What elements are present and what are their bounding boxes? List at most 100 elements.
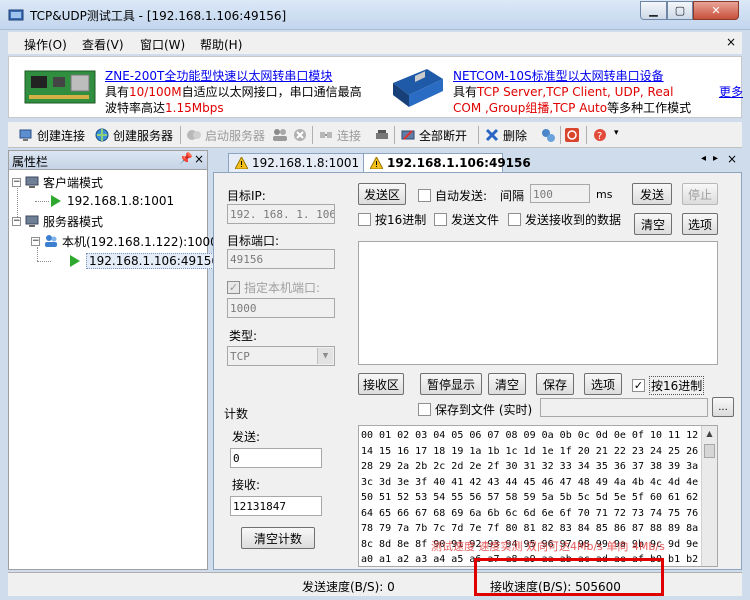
type-select[interactable]: TCP ▼ bbox=[227, 346, 335, 366]
menu-window[interactable]: 窗口(W) bbox=[140, 36, 185, 53]
netcom-device-image[interactable] bbox=[387, 63, 447, 111]
clear-count-button[interactable]: 清空计数 bbox=[241, 527, 315, 549]
menu-operate[interactable]: 操作(O) bbox=[24, 36, 67, 53]
menu-bar: 操作(O) 查看(V) 窗口(W) 帮助(H) × bbox=[8, 32, 742, 54]
receive-scrollbar[interactable]: ▲ bbox=[701, 426, 717, 566]
tab-server-connection[interactable]: 192.168.1.106:49156 bbox=[363, 153, 531, 172]
power-icon[interactable] bbox=[564, 127, 580, 143]
hex-recv-checkbox[interactable]: ✓ 按16进制 bbox=[632, 376, 705, 395]
save-to-file-checkbox[interactable]: 保存到文件 (实时) bbox=[418, 401, 532, 418]
help-icon[interactable]: ? bbox=[592, 127, 608, 143]
property-panel-title: 属性栏 bbox=[12, 155, 49, 169]
start-server-icon bbox=[187, 130, 201, 140]
target-port-label: 目标端口: bbox=[227, 234, 280, 248]
delete-button[interactable]: 删除 bbox=[484, 126, 527, 144]
speed-watermark: 测试速度 速度实测 双向可达4Mb/s 单向 4Mb/s bbox=[431, 540, 665, 553]
save-file-path-field[interactable] bbox=[540, 398, 708, 417]
ad1-line3: 波特率高达1.15Mbps bbox=[105, 101, 224, 115]
tab-scroll-left-icon[interactable]: ◂ bbox=[701, 153, 706, 164]
target-ip-label: 目标IP: bbox=[227, 189, 266, 203]
collapse-icon[interactable]: − bbox=[31, 236, 40, 246]
browse-button[interactable]: ... bbox=[712, 397, 734, 417]
disconnect-icon[interactable] bbox=[374, 127, 390, 143]
stop-button[interactable]: 停止 bbox=[682, 183, 718, 205]
interval-field[interactable]: 100 bbox=[530, 184, 590, 203]
computer-icon bbox=[25, 215, 39, 227]
window-title: TCP&UDP测试工具 - [192.168.1.106:49156] bbox=[30, 9, 287, 23]
target-ip-field[interactable]: 192. 168. 1. 106 bbox=[227, 204, 335, 224]
pause-display-button[interactable]: 暂停显示 bbox=[420, 373, 482, 395]
interval-unit-label: ms bbox=[596, 188, 613, 201]
delete-icon bbox=[485, 128, 499, 142]
connect-button[interactable]: 连接 bbox=[318, 126, 361, 144]
local-port-field[interactable]: 1000 bbox=[227, 298, 335, 318]
tree-server-connection[interactable]: 192.168.1.106:49156 bbox=[68, 252, 223, 270]
send-count-label: 发送: bbox=[232, 430, 261, 444]
tree-client-mode[interactable]: − 客户端模式 bbox=[12, 173, 103, 191]
toolbar-overflow-icon[interactable]: ▾ bbox=[614, 128, 619, 138]
recv-speed-highlight bbox=[474, 558, 664, 596]
close-window-button[interactable]: ✕ bbox=[693, 1, 739, 20]
svg-text:?: ? bbox=[597, 131, 602, 142]
menu-help[interactable]: 帮助(H) bbox=[200, 36, 242, 53]
app-icon bbox=[8, 9, 24, 21]
property-panel-header: 属性栏 📌 × bbox=[9, 151, 207, 170]
tree-local-host[interactable]: − 本机(192.168.1.122):1000 bbox=[31, 232, 218, 250]
scroll-thumb[interactable] bbox=[704, 444, 715, 458]
start-server-button[interactable]: 启动服务器 bbox=[186, 126, 265, 144]
tree-client-connection[interactable]: 192.168.1.8:1001 bbox=[49, 192, 174, 210]
send-textarea[interactable] bbox=[358, 241, 718, 365]
ad2-link[interactable]: NETCOM-10S标准型以太网转串口设备 bbox=[453, 67, 664, 84]
create-connection-button[interactable]: 创建连接 bbox=[18, 126, 85, 144]
send-received-checkbox[interactable]: 发送接收到的数据 bbox=[508, 211, 621, 228]
pin-icon[interactable]: 📌 bbox=[179, 152, 193, 165]
create-server-button[interactable]: 创建服务器 bbox=[94, 126, 173, 144]
receive-data-area[interactable]: 00 01 02 03 04 05 06 07 08 09 0a 0b 0c 0… bbox=[358, 425, 718, 567]
type-label: 类型: bbox=[229, 329, 258, 343]
warning-icon bbox=[370, 157, 383, 169]
recv-options-button[interactable]: 选项 bbox=[584, 373, 622, 395]
menu-view[interactable]: 查看(V) bbox=[82, 36, 124, 53]
target-port-field[interactable]: 49156 bbox=[227, 249, 335, 269]
more-ads-link[interactable]: 更多 bbox=[719, 83, 743, 100]
maximize-button[interactable]: ▢ bbox=[667, 1, 693, 20]
collapse-icon[interactable]: − bbox=[12, 177, 21, 187]
recv-count-label: 接收: bbox=[232, 478, 261, 492]
disconnect-all-icon bbox=[401, 130, 415, 140]
send-options-button[interactable]: 选项 bbox=[682, 213, 718, 235]
ad2-line3: COM ,Group组播,TCP Auto等多种工作模式 bbox=[453, 101, 692, 115]
recv-area-button[interactable]: 接收区 bbox=[358, 373, 404, 395]
send-speed-status: 发送速度(B/S): 0 bbox=[302, 580, 395, 594]
module-board-image[interactable] bbox=[21, 63, 99, 111]
panel-close-icon[interactable]: × bbox=[194, 152, 204, 166]
mdi-close-icon[interactable]: × bbox=[726, 35, 736, 49]
title-bar: TCP&UDP测试工具 - [192.168.1.106:49156] ▁ ▢ … bbox=[0, 0, 750, 30]
settings-gears-icon[interactable] bbox=[540, 127, 556, 143]
local-port-checkbox[interactable]: ✓ 指定本机端口: bbox=[227, 279, 320, 296]
tab-scroll-right-icon[interactable]: ▸ bbox=[713, 153, 718, 164]
send-area-button[interactable]: 发送区 bbox=[358, 183, 406, 205]
interval-label: 间隔 bbox=[500, 189, 525, 203]
ad1-link[interactable]: ZNE-200T全功能型快速以太网转串口模块 bbox=[105, 67, 332, 84]
ad1-line2: 具有10/100M自适应以太网接口，串口通信最高 bbox=[105, 85, 362, 99]
send-button[interactable]: 发送 bbox=[632, 183, 672, 205]
tab-client-connection[interactable]: 192.168.1.8:1001 bbox=[228, 153, 368, 172]
scroll-up-icon[interactable]: ▲ bbox=[702, 426, 717, 441]
connection-panel: 目标IP: 192. 168. 1. 106 目标端口: 49156 ✓ 指定本机… bbox=[213, 172, 742, 570]
minimize-button[interactable]: ▁ bbox=[640, 1, 667, 20]
send-count-field[interactable]: 0 bbox=[230, 448, 322, 468]
hex-send-checkbox[interactable]: 按16进制 bbox=[358, 211, 426, 228]
auto-send-checkbox[interactable]: 自动发送: bbox=[418, 187, 487, 204]
collapse-icon[interactable]: − bbox=[12, 216, 21, 226]
send-file-checkbox[interactable]: 发送文件 bbox=[434, 211, 499, 228]
stop-icon[interactable] bbox=[292, 127, 308, 143]
tree-server-mode[interactable]: − 服务器模式 bbox=[12, 212, 103, 230]
save-button[interactable]: 保存 bbox=[536, 373, 574, 395]
users-icon[interactable] bbox=[272, 127, 288, 143]
recv-count-field[interactable]: 12131847 bbox=[230, 496, 322, 516]
recv-clear-button[interactable]: 清空 bbox=[488, 373, 526, 395]
send-clear-button[interactable]: 清空 bbox=[634, 213, 672, 235]
tab-close-icon[interactable]: × bbox=[727, 152, 737, 166]
disconnect-all-button[interactable]: 全部断开 bbox=[400, 126, 467, 144]
toolbar: 创建连接 创建服务器 启动服务器 连接 全部断开 删除 ? ▾ bbox=[8, 122, 742, 148]
